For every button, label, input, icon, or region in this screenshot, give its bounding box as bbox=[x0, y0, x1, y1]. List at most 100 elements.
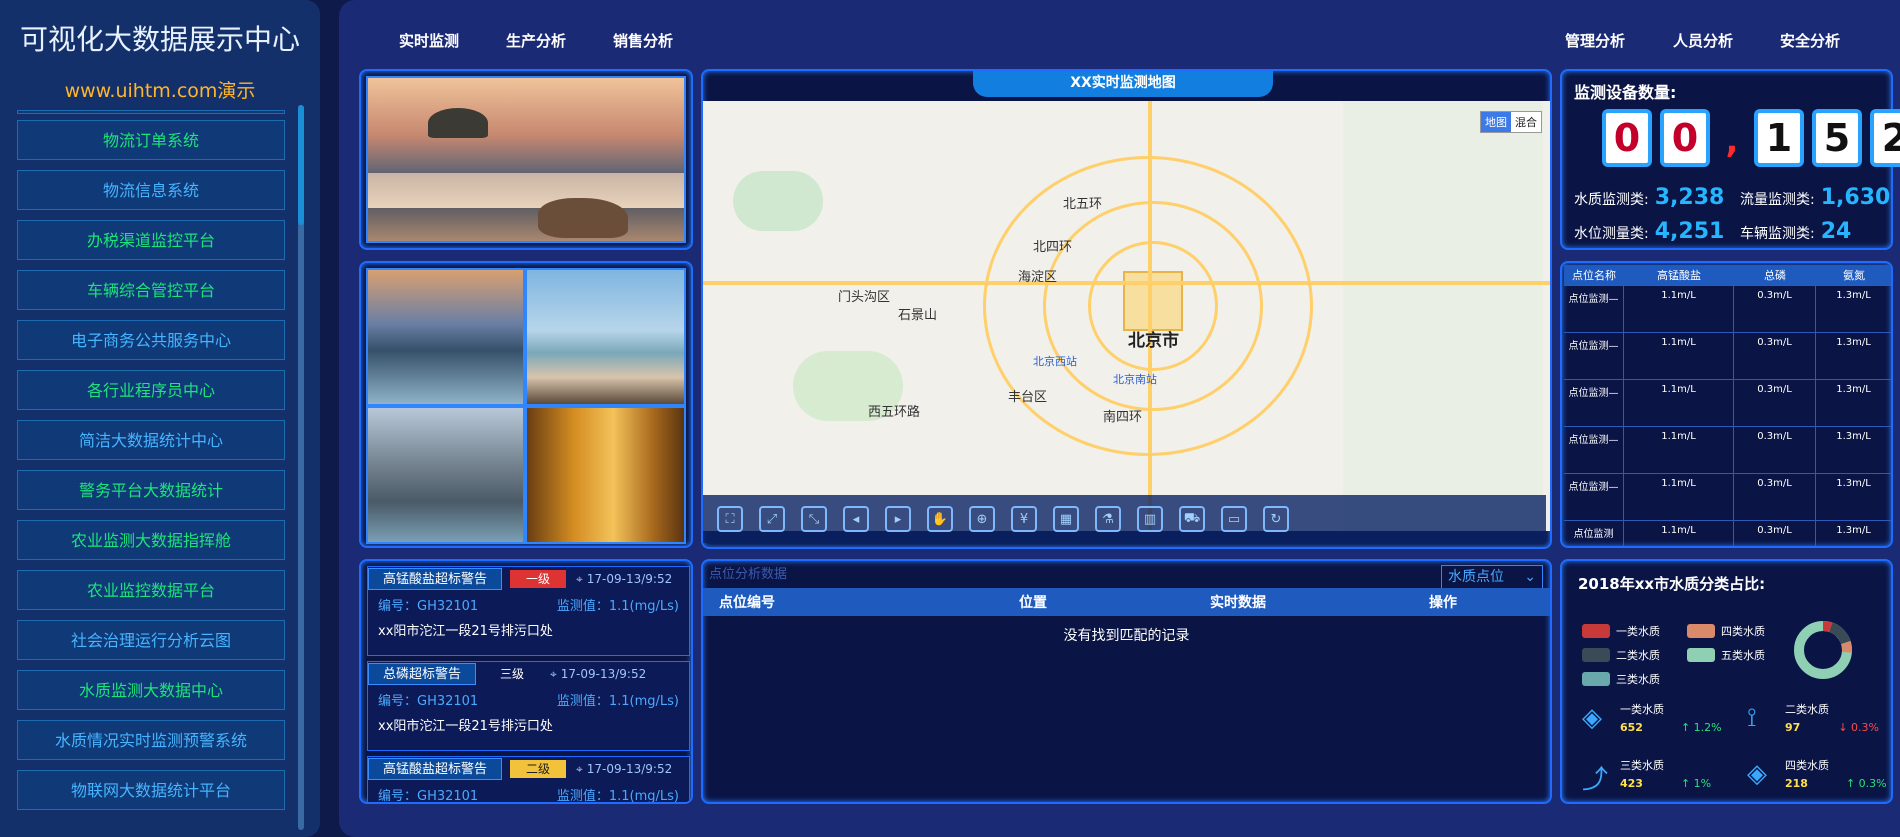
point-type-select[interactable]: 水质点位 ⌄ bbox=[1441, 565, 1543, 589]
warning-value: 监测值：1.1(mg/Ls) bbox=[556, 789, 679, 804]
select-value: 水质点位 bbox=[1448, 569, 1504, 585]
legend-label: 三类水质 bbox=[1616, 673, 1660, 686]
rt-cell: 1.1m/L bbox=[1624, 521, 1734, 546]
tab-management[interactable]: 管理分析 bbox=[1565, 30, 1625, 51]
legend-item: 二类水质 bbox=[1582, 647, 1660, 663]
warning-card[interactable]: 高锰酸盐超标警告 二级 ⌖ 17-09-13/9:52 编号：GH32101 监测值：1.… bbox=[367, 756, 690, 804]
map-label-south4: 南四环 bbox=[1103, 410, 1143, 425]
map-label-ring5: 北五环 bbox=[1063, 197, 1103, 212]
legend-item: 一类水质 bbox=[1582, 623, 1660, 639]
map-label-shijingshan: 石景山 bbox=[898, 308, 938, 323]
tab-sales[interactable]: 销售分析 bbox=[613, 30, 673, 51]
sidebar-item[interactable]: 物流订单系统 bbox=[17, 120, 285, 160]
rt-cell: 1.3m/L bbox=[1816, 380, 1891, 426]
warning-card[interactable]: 总磷超标警告 三级 ⌖ 17-09-13/9:52 编号：GH32101 监测值：1.1(… bbox=[367, 661, 690, 751]
north-south-road bbox=[1148, 101, 1152, 531]
sidebar-item[interactable]: 各行业程序员中心 bbox=[17, 370, 285, 410]
rt-cell: 点位监测— bbox=[1564, 333, 1624, 379]
warning-time: 17-09-13/9:52 bbox=[586, 572, 673, 586]
location-pin-icon: ⌖ bbox=[550, 666, 557, 681]
expand-icon[interactable]: ⤢ bbox=[759, 506, 785, 532]
sidebar-subtitle[interactable]: www.uihtm.com演示 bbox=[0, 76, 320, 103]
kpi-name: 一类水质 bbox=[1620, 703, 1664, 716]
quality-kpi: ◈ 一类水质 652 ↑ 1.2% bbox=[1582, 701, 1722, 734]
fullscreen-icon[interactable]: ⛶ bbox=[717, 506, 743, 532]
truck-icon[interactable]: ⛟ bbox=[1179, 506, 1205, 532]
monitor-icon[interactable]: ▭ bbox=[1221, 506, 1247, 532]
sidebar-item[interactable]: 办税渠道监控平台 bbox=[17, 220, 285, 260]
sidebar-item[interactable]: 简洁大数据统计中心 bbox=[17, 420, 285, 460]
main-area: 实时监测 生产分析 销售分析 管理分析 人员分析 安全分析 高锰酸盐超标警告 一级… bbox=[339, 0, 1900, 837]
sidebar-item[interactable]: 社会治理运行分析云图 bbox=[17, 620, 285, 660]
warning-time: 17-09-13/9:52 bbox=[560, 667, 647, 681]
warning-level-badge: 二级 bbox=[510, 760, 567, 778]
kpi-change: ↑ 1% bbox=[1680, 777, 1712, 790]
counter-separator: , bbox=[1725, 121, 1739, 161]
sidebar-item[interactable]: 水质情况实时监测预警系统 bbox=[17, 720, 285, 760]
rt-header: 点位名称 高锰酸盐 总磷 氨氮 bbox=[1564, 265, 1891, 285]
sidebar-item[interactable]: 农业监测大数据指挥舱 bbox=[17, 520, 285, 560]
tower-icon[interactable]: ▥ bbox=[1137, 506, 1163, 532]
trend-icon: ⤴ bbox=[1582, 765, 1609, 795]
warning-card[interactable]: 高锰酸盐超标警告 一级 ⌖ 17-09-13/9:52 编号：GH32101 监测值：1.… bbox=[367, 566, 690, 656]
rt-row: 点位监测— 1.1m/L 0.3m/L 1.3m/L bbox=[1564, 379, 1891, 426]
legend-swatch bbox=[1582, 672, 1610, 686]
stat-label: 水质监测类: bbox=[1574, 192, 1649, 208]
map-label-south-station: 北京南站 bbox=[1113, 373, 1157, 386]
col-action: 操作 bbox=[1429, 595, 1457, 611]
legend-swatch bbox=[1687, 648, 1715, 662]
autumn-forest-photo bbox=[525, 406, 686, 544]
shrink-icon[interactable]: ⤡ bbox=[801, 506, 827, 532]
legend-swatch bbox=[1582, 648, 1610, 662]
map-label-city: 北京市 bbox=[1128, 331, 1179, 351]
map-label-fengtai: 丰台区 bbox=[1008, 390, 1048, 405]
rt-col-ammonia: 氨氮 bbox=[1843, 269, 1865, 282]
scrollbar-thumb[interactable] bbox=[298, 105, 304, 225]
rt-cell: 点位监测 bbox=[1564, 521, 1624, 546]
tab-production[interactable]: 生产分析 bbox=[506, 30, 566, 51]
shore-rock-shape bbox=[538, 198, 628, 238]
warning-meta: 编号：GH32101 监测值：1.1(mg/Ls) bbox=[368, 591, 689, 618]
lake-photo bbox=[366, 268, 525, 406]
warning-head: 高锰酸盐超标警告 一级 ⌖ 17-09-13/9:52 bbox=[368, 567, 689, 591]
rt-row: 点位监测 1.1m/L 0.3m/L 1.3m/L bbox=[1564, 520, 1891, 546]
stat-water-quality: 水质监测类: 3,238 bbox=[1574, 185, 1724, 210]
tab-realtime[interactable]: 实时监测 bbox=[399, 30, 459, 51]
network-icon: ⟟ bbox=[1747, 703, 1757, 733]
rt-row: 点位监测— 1.1m/L 0.3m/L 1.3m/L bbox=[1564, 426, 1891, 473]
sidebar-scrollbar[interactable] bbox=[298, 105, 304, 830]
rt-cell: 1.1m/L bbox=[1624, 427, 1734, 473]
money-icon[interactable]: ¥ bbox=[1011, 506, 1037, 532]
map-title: XX实时监测地图 bbox=[973, 71, 1273, 97]
map-type-toggle: 地图 混合 bbox=[1480, 111, 1542, 133]
building-icon[interactable]: ▦ bbox=[1053, 506, 1079, 532]
city-map[interactable]: 北京市 海淀区 门头沟区 丰台区 石景山 北四环 北五环 南四环 西五环路 北京… bbox=[703, 101, 1550, 531]
tab-personnel[interactable]: 人员分析 bbox=[1673, 30, 1733, 51]
previous-icon[interactable]: ◂ bbox=[843, 506, 869, 532]
kpi-change: ↓ 0.3% bbox=[1838, 721, 1879, 734]
sidebar-item[interactable]: 水质监测大数据中心 bbox=[17, 670, 285, 710]
legend-label: 五类水质 bbox=[1721, 649, 1765, 662]
sidebar-item[interactable]: 物联网大数据统计平台 bbox=[17, 770, 285, 810]
col-point-id: 点位编号 bbox=[719, 595, 775, 611]
sidebar-item[interactable]: 物流信息系统 bbox=[17, 170, 285, 210]
legend-item: 五类水质 bbox=[1687, 647, 1765, 663]
legend-swatch bbox=[1687, 624, 1715, 638]
rt-col-permanganate: 高锰酸盐 bbox=[1657, 269, 1701, 282]
next-icon[interactable]: ▸ bbox=[885, 506, 911, 532]
tab-safety[interactable]: 安全分析 bbox=[1780, 30, 1840, 51]
stat-label: 水位测量类: bbox=[1574, 226, 1649, 242]
refresh-icon[interactable]: ↻ bbox=[1263, 506, 1289, 532]
device-counter: 0 0 , 1 5 2 bbox=[1602, 109, 1900, 173]
sidebar-item[interactable]: 农业监控数据平台 bbox=[17, 570, 285, 610]
hand-icon[interactable]: ✋ bbox=[927, 506, 953, 532]
flask-icon[interactable]: ⚗ bbox=[1095, 506, 1121, 532]
sidebar-item[interactable]: 车辆综合管控平台 bbox=[17, 270, 285, 310]
kpi-value: 652 bbox=[1620, 721, 1643, 734]
sidebar-item[interactable]: 警务平台大数据统计 bbox=[17, 470, 285, 510]
sidebar-item-partial[interactable] bbox=[17, 110, 285, 114]
map-type-hybrid[interactable]: 混合 bbox=[1511, 112, 1541, 132]
globe-icon[interactable]: ⊕ bbox=[969, 506, 995, 532]
map-type-map[interactable]: 地图 bbox=[1481, 112, 1511, 132]
sidebar-item[interactable]: 电子商务公共服务中心 bbox=[17, 320, 285, 360]
